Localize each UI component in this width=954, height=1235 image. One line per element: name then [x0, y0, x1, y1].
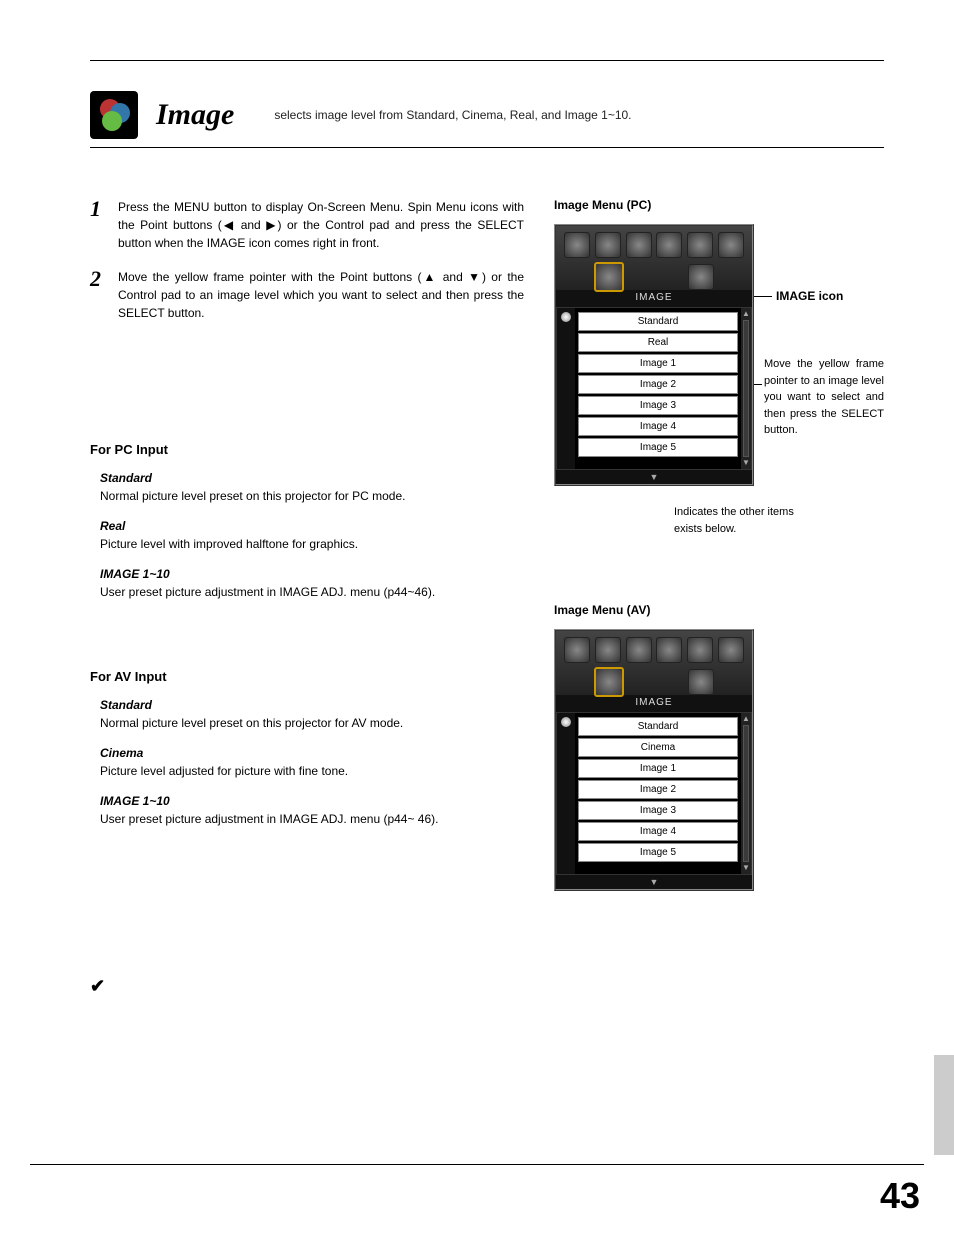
av-input-heading: For AV Input — [90, 669, 524, 684]
def-body: Normal picture level preset on this proj… — [100, 489, 524, 503]
side-tab — [934, 1055, 954, 1155]
menu-icon — [595, 232, 621, 258]
osd-item-image3[interactable]: Image 3 — [578, 801, 738, 820]
menu-icon — [564, 232, 590, 258]
osd-item-image3[interactable]: Image 3 — [578, 396, 738, 415]
selection-dot-icon — [561, 312, 571, 322]
callout-image-icon: IMAGE icon — [776, 289, 843, 303]
osd-menu-pc: IMAGE Standard Real Image 1 Image 2 Imag… — [554, 224, 754, 486]
osd-item-image4[interactable]: Image 4 — [578, 417, 738, 436]
step-number: 2 — [90, 268, 118, 290]
def-term-image110: IMAGE 1~10 — [100, 567, 524, 581]
more-below-icon: ▼ — [556, 875, 752, 889]
osd-item-image4[interactable]: Image 4 — [578, 822, 738, 841]
def-body: User preset picture adjustment in IMAGE … — [100, 585, 524, 599]
osd-item-real[interactable]: Real — [578, 333, 738, 352]
osd-label: IMAGE — [556, 290, 752, 307]
def-body: Picture level adjusted for picture with … — [100, 764, 524, 778]
indicator-note: Indicates the other items exists below. — [674, 504, 824, 537]
menu-icon — [595, 637, 621, 663]
scroll-down-icon[interactable]: ▼ — [742, 864, 750, 872]
image-menu-icon[interactable] — [594, 667, 624, 697]
osd-icon-row — [556, 631, 752, 695]
osd-item-cinema[interactable]: Cinema — [578, 738, 738, 757]
menu-icon — [564, 637, 590, 663]
scrollbar[interactable]: ▲ ▼ — [741, 308, 751, 469]
osd-item-image2[interactable]: Image 2 — [578, 780, 738, 799]
more-below-icon: ▼ — [556, 470, 752, 484]
scrollbar[interactable]: ▲ ▼ — [741, 713, 751, 874]
image-logo-icon — [90, 91, 138, 139]
scroll-up-icon[interactable]: ▲ — [742, 715, 750, 723]
menu-icon — [626, 637, 652, 663]
step-text: Move the yellow frame pointer with the P… — [118, 268, 524, 322]
menu-icon — [688, 669, 714, 695]
scroll-down-icon[interactable]: ▼ — [742, 459, 750, 467]
menu-av-heading: Image Menu (AV) — [554, 603, 884, 617]
osd-item-image5[interactable]: Image 5 — [578, 843, 738, 862]
page-number: 43 — [880, 1175, 920, 1217]
menu-pc-heading: Image Menu (PC) — [554, 198, 884, 212]
osd-item-image1[interactable]: Image 1 — [578, 354, 738, 373]
def-term-real: Real — [100, 519, 524, 533]
step-1: 1 Press the MENU button to display On-Sc… — [90, 198, 524, 252]
menu-icon — [687, 637, 713, 663]
pc-input-heading: For PC Input — [90, 442, 524, 457]
menu-icon — [626, 232, 652, 258]
def-term-standard: Standard — [100, 471, 524, 485]
def-body: Picture level with improved halftone for… — [100, 537, 524, 551]
menu-icon — [656, 637, 682, 663]
image-menu-icon[interactable] — [594, 262, 624, 292]
step-2: 2 Move the yellow frame pointer with the… — [90, 268, 524, 322]
selection-dot-icon — [561, 717, 571, 727]
def-term-standard: Standard — [100, 698, 524, 712]
menu-icon — [718, 232, 744, 258]
osd-menu-av: IMAGE Standard Cinema Image 1 Image 2 Im… — [554, 629, 754, 891]
step-text: Press the MENU button to display On-Scre… — [118, 198, 524, 252]
menu-icon — [718, 637, 744, 663]
step-number: 1 — [90, 198, 118, 220]
checkmark-icon: ✔ — [90, 976, 524, 997]
menu-icon — [688, 264, 714, 290]
def-body: User preset picture adjustment in IMAGE … — [100, 812, 524, 826]
page-subtitle: selects image level from Standard, Cinem… — [274, 108, 631, 122]
callout-yellow-frame: Move the yellow frame pointer to an imag… — [764, 356, 884, 439]
scroll-up-icon[interactable]: ▲ — [742, 310, 750, 318]
page-title: Image — [156, 98, 234, 132]
osd-item-image5[interactable]: Image 5 — [578, 438, 738, 457]
menu-icon — [656, 232, 682, 258]
def-body: Normal picture level preset on this proj… — [100, 716, 524, 730]
osd-item-image1[interactable]: Image 1 — [578, 759, 738, 778]
osd-item-standard[interactable]: Standard — [578, 312, 738, 331]
osd-icon-row — [556, 226, 752, 290]
osd-item-standard[interactable]: Standard — [578, 717, 738, 736]
osd-label: IMAGE — [556, 695, 752, 712]
def-term-cinema: Cinema — [100, 746, 524, 760]
def-term-image110: IMAGE 1~10 — [100, 794, 524, 808]
osd-item-image2[interactable]: Image 2 — [578, 375, 738, 394]
menu-icon — [687, 232, 713, 258]
